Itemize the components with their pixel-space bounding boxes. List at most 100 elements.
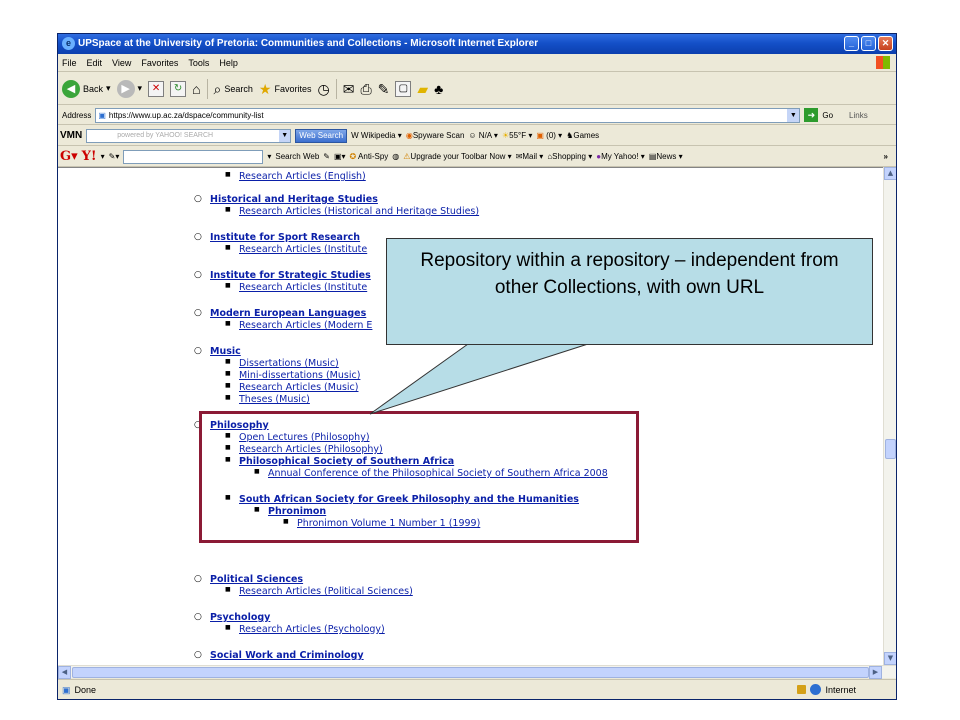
collection-link[interactable]: Phronimon Volume 1 Number 1 (1999)	[297, 518, 480, 529]
scroll-down-icon[interactable]: ▼	[884, 652, 896, 665]
square-bullet-icon: ■	[225, 370, 231, 377]
go-arrow-icon[interactable]: ➜	[804, 108, 819, 122]
links-button[interactable]: Links	[849, 111, 868, 120]
anti-spy-button[interactable]: ✪ Anti-Spy	[350, 152, 389, 161]
chevron-down-icon[interactable]: ▾	[267, 152, 271, 161]
square-bullet-icon: ■	[254, 506, 260, 513]
my-yahoo-button[interactable]: ●My Yahoo! ▾	[596, 152, 645, 161]
vmn-search-input[interactable]: powered by YAHOO! SEARCH ▼	[86, 128, 292, 143]
collection-link[interactable]: Philosophical Society of Southern Africa	[239, 456, 454, 467]
scroll-thumb[interactable]	[885, 439, 896, 459]
menu-view[interactable]: View	[112, 54, 131, 71]
go-button[interactable]: Go	[822, 111, 833, 120]
maximize-button[interactable]: □	[861, 36, 876, 51]
favorites-button[interactable]: ★ Favorites	[259, 77, 312, 101]
square-bullet-icon: ■	[225, 432, 231, 439]
popup-icon[interactable]: ◍	[392, 152, 399, 161]
square-bullet-icon: ■	[225, 624, 231, 631]
web-search-button[interactable]: Web Search	[295, 128, 348, 143]
refresh-button[interactable]: ↻	[170, 80, 187, 97]
mail-button[interactable]: ✉	[343, 81, 355, 97]
toolbar-overflow-icon[interactable]: »	[884, 152, 888, 161]
rss-button[interactable]: ▣ (0) ▾	[536, 131, 562, 140]
discuss-button[interactable]: ▢	[395, 80, 412, 97]
collection-link[interactable]: Research Articles (Psychology)	[239, 624, 385, 635]
shopping-button[interactable]: ⌂Shopping ▾	[547, 152, 592, 161]
pencil-icon[interactable]: ✎▾	[109, 152, 120, 161]
news-button[interactable]: ▤News ▾	[649, 152, 683, 161]
history-button[interactable]: ◷	[318, 81, 330, 97]
menu-file[interactable]: File	[62, 54, 77, 71]
vmn-toolbar: VMN powered by YAHOO! SEARCH ▼ Web Searc…	[58, 126, 896, 146]
wikipedia-button[interactable]: W Wikipedia ▾	[351, 131, 402, 140]
scroll-left-icon[interactable]: ◀	[58, 666, 71, 679]
community-link[interactable]: Modern European Languages	[210, 308, 366, 319]
back-button[interactable]: ◀ Back ▾	[62, 77, 111, 101]
collection-link[interactable]: Theses (Music)	[239, 394, 310, 405]
yahoo-logo-icon[interactable]: Y!	[82, 149, 97, 164]
community-link[interactable]: Political Sciences	[210, 574, 303, 585]
collection-link[interactable]: Research Articles (Political Sciences)	[239, 586, 413, 597]
community-link[interactable]: Social Work and Criminology	[210, 650, 364, 661]
scroll-right-icon[interactable]: ▶	[869, 666, 882, 679]
folder-icon[interactable]: ▰	[417, 81, 428, 97]
print-button[interactable]: ⎙	[360, 81, 371, 97]
collection-link[interactable]: Dissertations (Music)	[239, 358, 339, 369]
menu-edit[interactable]: Edit	[87, 54, 103, 71]
chevron-down-icon[interactable]: ▼	[279, 129, 291, 142]
collection-link[interactable]: Research Articles (Music)	[239, 382, 358, 393]
stop-button[interactable]: ✕	[148, 80, 165, 97]
games-button[interactable]: ♞Games	[566, 131, 599, 140]
menu-favorites[interactable]: Favorites	[141, 54, 178, 71]
collection-link[interactable]: Open Lectures (Philosophy)	[239, 432, 370, 443]
edit-button[interactable]: ✎	[378, 81, 390, 97]
community-link[interactable]: Institute for Strategic Studies	[210, 270, 371, 281]
collection-link[interactable]: Research Articles (English)	[239, 171, 366, 182]
collection-link[interactable]: Research Articles (Philosophy)	[239, 444, 383, 455]
community-link[interactable]: Music	[210, 346, 241, 357]
home-button[interactable]: ⌂	[192, 81, 200, 97]
spyware-scan-button[interactable]: ◉Spyware Scan	[406, 131, 465, 140]
collection-link[interactable]: Research Articles (Institute	[239, 282, 367, 293]
yahoo-g-icon[interactable]: G▾	[60, 149, 78, 164]
collection-item: ■ Research Articles (Modern E	[225, 320, 372, 331]
address-dropdown-icon[interactable]: ▼	[787, 108, 800, 122]
weather-button[interactable]: ☀55°F ▾	[502, 131, 532, 140]
community-link[interactable]: Philosophy	[210, 420, 269, 431]
menu-tools[interactable]: Tools	[188, 54, 209, 71]
collection-link[interactable]: Research Articles (Institute	[239, 244, 367, 255]
close-button[interactable]: ✕	[878, 36, 893, 51]
star-icon: ★	[258, 80, 272, 97]
na-button[interactable]: ☺ N/A ▾	[468, 131, 498, 140]
highlight-pen-icon[interactable]: ✎	[323, 152, 330, 161]
upgrade-button[interactable]: ⚠Upgrade your Toolbar Now ▾	[403, 152, 511, 161]
chevron-down-icon[interactable]: ▾	[101, 152, 105, 161]
circle-bullet-icon: ○	[194, 650, 202, 660]
address-input[interactable]: ▣ https://www.up.ac.za/dspace/community-…	[95, 107, 801, 123]
mail-toolbar-button[interactable]: ✉Mail ▾	[516, 152, 544, 161]
ie-logo-icon: e	[62, 37, 75, 50]
horizontal-scroll-thumb[interactable]	[72, 667, 869, 678]
community-link[interactable]: Institute for Sport Research	[210, 232, 360, 243]
community-link[interactable]: Historical and Heritage Studies	[210, 194, 378, 205]
collection-link[interactable]: Research Articles (Modern E	[239, 320, 372, 331]
community-item: ○ Modern European Languages	[194, 308, 366, 319]
scroll-up-icon[interactable]: ▲	[884, 167, 896, 180]
collection-link[interactable]: Research Articles (Historical and Herita…	[239, 206, 479, 217]
community-link[interactable]: Psychology	[210, 612, 270, 623]
collection-link[interactable]: South African Society for Greek Philosop…	[239, 494, 579, 505]
yahoo-search-input[interactable]	[123, 149, 264, 164]
menu-help[interactable]: Help	[219, 54, 238, 71]
shopping-label: Shopping	[552, 152, 586, 161]
vertical-scrollbar[interactable]: ▲ ▼	[883, 167, 896, 665]
page-options-icon[interactable]: ▣▾	[334, 152, 346, 161]
search-web-button[interactable]: Search Web	[275, 152, 319, 161]
collection-link[interactable]: Mini-dissertations (Music)	[239, 370, 360, 381]
messenger-icon[interactable]: ♣	[434, 81, 443, 97]
search-button[interactable]: ⌕ Search	[214, 77, 253, 101]
forward-button[interactable]: ▶ ▾	[116, 77, 142, 101]
collection-link[interactable]: Phronimon	[268, 506, 326, 517]
collection-link[interactable]: Annual Conference of the Philosophical S…	[268, 468, 608, 479]
minimize-button[interactable]: _	[844, 36, 859, 51]
horizontal-scrollbar[interactable]: ◀ ▶	[58, 665, 896, 679]
